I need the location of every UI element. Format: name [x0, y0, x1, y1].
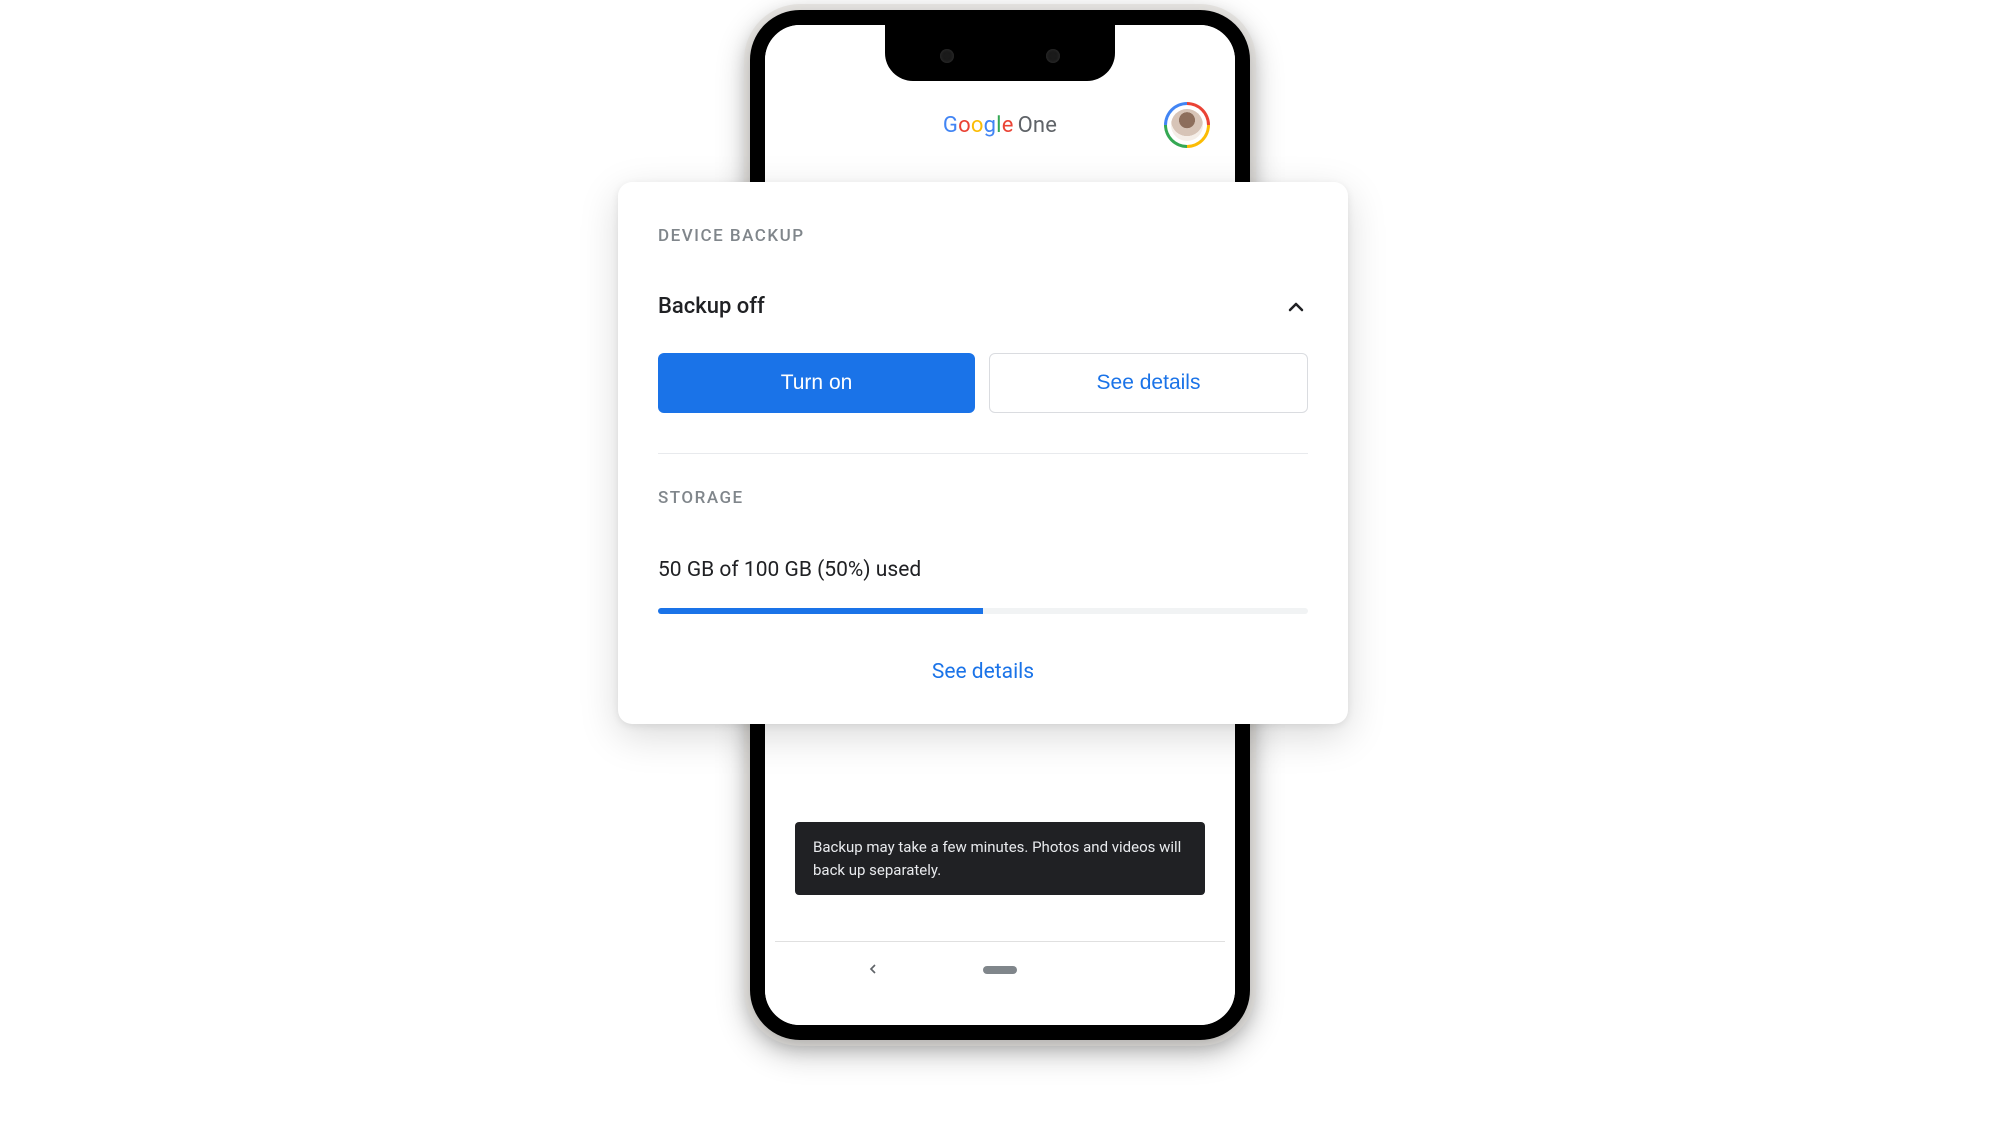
- backup-button-row: Turn on See details: [658, 353, 1308, 413]
- nav-home-pill[interactable]: [983, 966, 1017, 974]
- phone-notch: [885, 25, 1115, 81]
- storage-see-details-link[interactable]: See details: [658, 660, 1308, 684]
- device-backup-label: DEVICE BACKUP: [658, 226, 1308, 246]
- profile-avatar[interactable]: [1167, 105, 1207, 145]
- turn-on-label: Turn on: [781, 371, 853, 395]
- see-details-label: See details: [1097, 371, 1201, 395]
- backup-status-text: Backup off: [658, 294, 765, 319]
- storage-see-details-label: See details: [932, 660, 1034, 684]
- toast-text: Backup may take a few minutes. Photos an…: [813, 838, 1181, 879]
- chevron-up-icon: [1284, 295, 1308, 319]
- toast-message: Backup may take a few minutes. Photos an…: [795, 822, 1205, 895]
- avatar-image: [1171, 109, 1203, 141]
- backup-status-row[interactable]: Backup off: [658, 294, 1308, 319]
- divider: [658, 453, 1308, 454]
- storage-progress-bar: [658, 608, 1308, 614]
- storage-section: STORAGE 50 GB of 100 GB (50%) used See d…: [658, 488, 1308, 684]
- storage-label: STORAGE: [658, 488, 1308, 508]
- turn-on-button[interactable]: Turn on: [658, 353, 975, 413]
- nav-back-icon[interactable]: [865, 958, 881, 982]
- android-nav-bar: [775, 941, 1225, 997]
- app-logo: GoogleOne: [833, 113, 1167, 138]
- storage-progress-fill: [658, 608, 983, 614]
- see-details-button[interactable]: See details: [989, 353, 1308, 413]
- backup-card: DEVICE BACKUP Backup off Turn on See det…: [618, 182, 1348, 724]
- storage-usage-text: 50 GB of 100 GB (50%) used: [658, 558, 1308, 582]
